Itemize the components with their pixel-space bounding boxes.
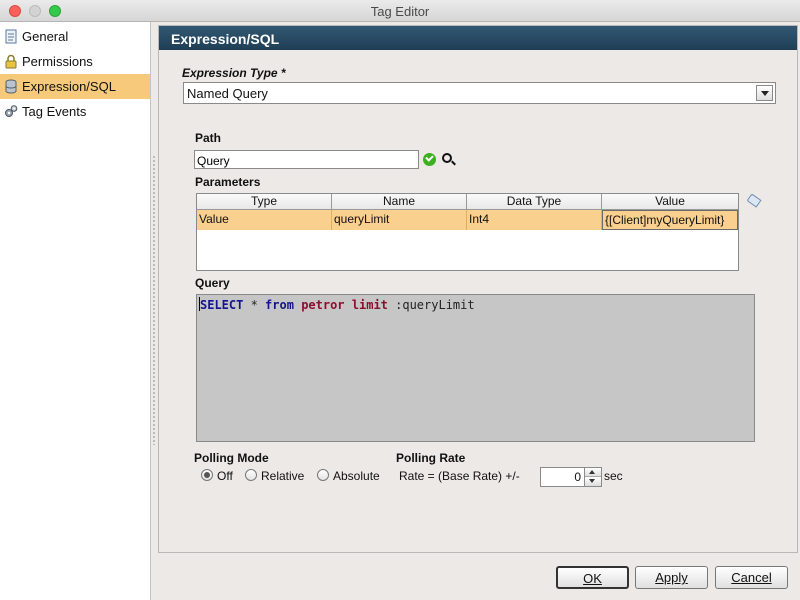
radio-label-relative[interactable]: Relative — [261, 469, 304, 483]
window-title: Tag Editor — [370, 4, 430, 19]
sidebar-item-expression-sql[interactable]: Expression/SQL — [0, 74, 150, 99]
cell-name[interactable]: queryLimit — [332, 210, 467, 230]
polling-rate-spinner[interactable]: 0 — [540, 467, 602, 487]
database-icon — [4, 79, 18, 94]
query-label: Query — [195, 276, 230, 290]
polling-mode-label: Polling Mode — [194, 451, 269, 465]
sidebar-item-label: Tag Events — [22, 104, 87, 119]
sidebar-item-permissions[interactable]: Permissions — [0, 49, 150, 74]
sidebar-item-label: Permissions — [22, 54, 93, 69]
expression-type-dropdown[interactable]: Named Query — [183, 82, 776, 104]
sidebar: General Permissions Expression/SQL Tag E… — [0, 22, 151, 600]
chevron-down-icon[interactable] — [756, 85, 773, 101]
sql-keyword-limit: limit — [351, 298, 388, 312]
radio-label-absolute[interactable]: Absolute — [333, 469, 380, 483]
polling-rate-prefix: Rate = (Base Rate) +/- — [399, 469, 520, 483]
sidebar-item-tag-events[interactable]: Tag Events — [0, 99, 150, 124]
parameters-label: Parameters — [195, 175, 261, 189]
parameters-table[interactable]: Type Name Data Type Value Value queryLim… — [196, 193, 739, 271]
radio-label-off[interactable]: Off — [217, 469, 233, 483]
cell-data-type[interactable]: Int4 — [467, 210, 602, 230]
polling-rate-suffix: sec — [604, 469, 623, 483]
cell-type[interactable]: Value — [197, 210, 332, 230]
sql-parameter: :queryLimit — [387, 298, 475, 312]
apply-button[interactable]: Apply — [635, 566, 708, 589]
sidebar-item-label: General — [22, 29, 69, 44]
check-icon[interactable] — [423, 153, 436, 166]
table-header: Type Name Data Type Value — [197, 194, 738, 210]
search-icon[interactable] — [442, 153, 452, 163]
splitter-handle[interactable] — [152, 155, 156, 445]
gears-icon — [4, 104, 18, 119]
path-input[interactable] — [194, 150, 419, 169]
cell-value[interactable]: {[Client]myQueryLimit} — [602, 210, 738, 230]
cancel-button[interactable]: Cancel — [715, 566, 788, 589]
polling-rate-value[interactable]: 0 — [574, 470, 581, 484]
path-label: Path — [195, 131, 222, 145]
table-row[interactable]: Value queryLimit Int4 {[Client]myQueryLi… — [197, 210, 738, 230]
expression-type-value: Named Query — [187, 86, 268, 101]
title-bar: Tag Editor — [0, 0, 800, 22]
column-header-value[interactable]: Value — [602, 194, 738, 209]
chevron-up-icon[interactable] — [585, 468, 601, 477]
query-editor[interactable]: SELECT * from petror limit :queryLimit — [196, 294, 755, 442]
column-header-name[interactable]: Name — [332, 194, 467, 209]
ok-button[interactable]: OK — [556, 566, 629, 589]
sidebar-item-label: Expression/SQL — [22, 79, 116, 94]
radio-off[interactable] — [201, 469, 213, 481]
expression-type-label: Expression Type * — [182, 66, 286, 80]
sql-star: * — [243, 298, 266, 312]
sql-keyword-from: from — [265, 298, 294, 312]
lock-icon — [4, 54, 18, 69]
column-header-type[interactable]: Type — [197, 194, 332, 209]
polling-rate-label: Polling Rate — [396, 451, 466, 465]
document-icon — [4, 29, 18, 44]
radio-relative[interactable] — [245, 469, 257, 481]
sql-keyword-select: SELECT — [200, 298, 244, 312]
panel-header: Expression/SQL — [159, 26, 797, 50]
sql-space — [345, 298, 352, 312]
chevron-down-icon[interactable] — [585, 477, 601, 486]
spinner-buttons — [584, 468, 601, 486]
radio-absolute[interactable] — [317, 469, 329, 481]
sql-table-name: petror — [301, 298, 345, 312]
column-header-data-type[interactable]: Data Type — [467, 194, 602, 209]
sidebar-item-general[interactable]: General — [0, 24, 150, 49]
